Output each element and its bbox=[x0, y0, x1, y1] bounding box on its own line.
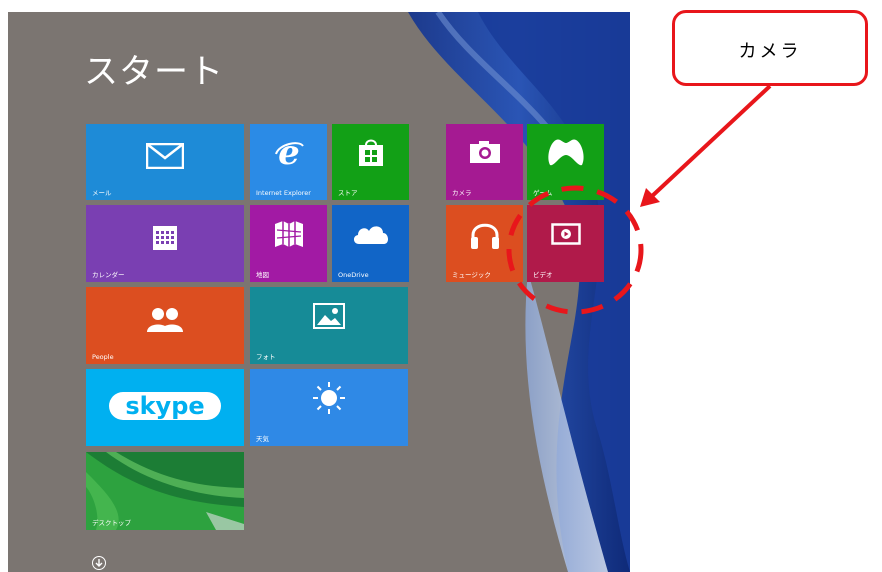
sun-icon bbox=[312, 381, 346, 419]
tile-desktop[interactable]: デスクトップ bbox=[86, 452, 244, 530]
tile-label: メール bbox=[92, 189, 112, 197]
tile-maps[interactable]: 地図 bbox=[250, 205, 327, 282]
internet-explorer-icon: e bbox=[273, 133, 305, 173]
tile-games[interactable]: ゲーム bbox=[527, 124, 604, 200]
camera-callout: カメラ bbox=[672, 10, 868, 86]
tile-label: フォト bbox=[256, 353, 276, 361]
cloud-icon bbox=[351, 222, 391, 250]
tile-label: OneDrive bbox=[338, 271, 369, 279]
tile-label: デスクトップ bbox=[92, 519, 131, 527]
all-apps-button[interactable] bbox=[92, 556, 106, 570]
map-icon bbox=[274, 220, 304, 252]
tile-label: People bbox=[92, 353, 114, 361]
tile-people[interactable]: People bbox=[86, 287, 244, 364]
tile-label: ミュージック bbox=[452, 271, 491, 279]
tile-label: Internet Explorer bbox=[256, 189, 311, 197]
start-screen: スタート メール カレンダー People skype デスクトップ e Int… bbox=[8, 12, 630, 572]
tile-calendar[interactable]: カレンダー bbox=[86, 205, 244, 282]
callout-arrowhead bbox=[640, 188, 660, 207]
tile-skype[interactable]: skype bbox=[86, 369, 244, 446]
page-title: スタート bbox=[84, 52, 224, 92]
tile-photos[interactable]: フォト bbox=[250, 287, 408, 364]
xbox-controller-icon bbox=[546, 137, 586, 171]
tile-label: ビデオ bbox=[533, 271, 553, 279]
tile-label: カメラ bbox=[452, 189, 472, 197]
callout-text: カメラ bbox=[738, 41, 802, 62]
tile-label: ストア bbox=[338, 189, 358, 197]
tile-label: 天気 bbox=[256, 435, 269, 443]
tile-weather[interactable]: 天気 bbox=[250, 369, 408, 446]
svg-text:e: e bbox=[278, 136, 300, 168]
camera-icon bbox=[469, 140, 501, 168]
tile-internet-explorer[interactable]: e Internet Explorer bbox=[250, 124, 327, 200]
calendar-icon bbox=[152, 225, 178, 255]
callout-arrow bbox=[648, 84, 772, 200]
envelope-icon bbox=[145, 142, 185, 173]
tile-mail[interactable]: メール bbox=[86, 124, 244, 200]
tile-label: カレンダー bbox=[92, 271, 125, 279]
people-icon bbox=[145, 307, 185, 337]
skype-logo-text: skype bbox=[125, 392, 204, 420]
skype-logo: skype bbox=[105, 386, 225, 430]
tile-camera[interactable]: カメラ bbox=[446, 124, 523, 200]
photo-icon bbox=[313, 302, 345, 333]
tile-store[interactable]: ストア bbox=[332, 124, 409, 200]
tile-label: ゲーム bbox=[533, 189, 553, 197]
down-arrow-circle-icon bbox=[95, 559, 103, 567]
tile-onedrive[interactable]: OneDrive bbox=[332, 205, 409, 282]
tile-video[interactable]: ビデオ bbox=[527, 205, 604, 282]
tile-label: 地図 bbox=[256, 271, 269, 279]
tile-music[interactable]: ミュージック bbox=[446, 205, 523, 282]
headphones-icon bbox=[469, 219, 501, 255]
store-bag-icon bbox=[358, 137, 384, 171]
video-play-icon bbox=[550, 223, 581, 249]
